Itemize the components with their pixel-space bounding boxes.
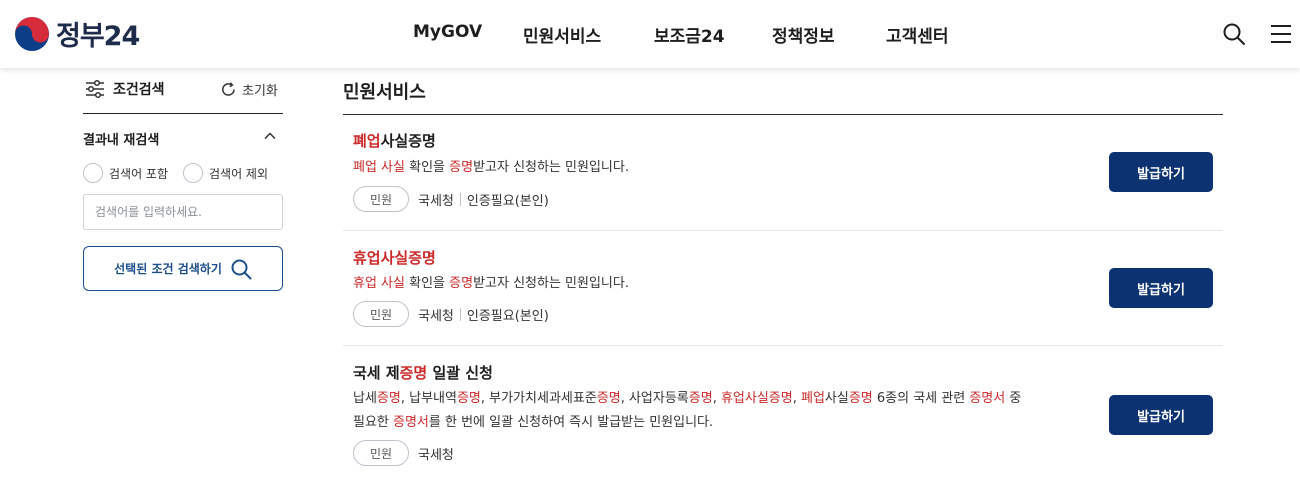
text-segment: 받고자 신청하는 민원입니다. xyxy=(473,160,629,175)
highlighted-keyword: 폐업 xyxy=(353,132,381,150)
service-org-2: 국세청 xyxy=(418,308,454,324)
service-tag-1: 민원 xyxy=(353,186,409,212)
sidebar-divider xyxy=(83,113,283,114)
service-desc-2: 휴업 사실 확인을 증명받고자 신청하는 민원입니다. xyxy=(353,272,629,296)
search-icon xyxy=(231,259,252,279)
keyword-search-input[interactable] xyxy=(83,194,283,230)
issue-button-2[interactable]: 발급하기 xyxy=(1109,268,1213,308)
nav-subsidy24[interactable]: 보조금24 xyxy=(654,22,725,47)
text-segment: 6종의 국세 관련 xyxy=(872,391,970,406)
text-segment: 사실 xyxy=(824,391,849,406)
text-segment: , xyxy=(712,391,721,406)
menu-icon[interactable] xyxy=(1269,22,1293,46)
row-separator-1 xyxy=(343,230,1223,231)
main-nav: MyGOV 민원서비스 보조금24 정책정보 고객센터 xyxy=(0,22,1300,47)
radio-include-keyword[interactable]: 검색어 포함 xyxy=(83,163,168,183)
highlighted-keyword: 증명 xyxy=(376,391,401,406)
nav-customer-center[interactable]: 고객센터 xyxy=(886,22,949,47)
text-segment: , 납부내역 xyxy=(400,391,457,406)
text-segment: 사실증명 xyxy=(380,132,436,150)
text-segment: 일괄 신청 xyxy=(427,364,493,382)
highlighted-keyword: 증명 xyxy=(596,391,621,406)
header: 정부24 MyGOV 민원서비스 보조금24 정책정보 고객센터 xyxy=(0,0,1300,68)
meta-divider-2 xyxy=(459,307,461,321)
text-segment: 중 xyxy=(1005,391,1022,406)
service-desc-1: 폐업 사실 확인을 증명받고자 신청하는 민원입니다. xyxy=(353,156,629,180)
radio-exclude-label: 검색어 제외 xyxy=(209,166,269,181)
highlighted-keyword: 증명 xyxy=(848,391,873,406)
refresh-icon xyxy=(222,82,235,96)
highlighted-keyword: 폐업 xyxy=(801,391,825,406)
highlighted-keyword: 증명 xyxy=(449,160,474,175)
filter-title-text: 조건검색 xyxy=(113,82,165,98)
service-auth-1: 인증필요(본인) xyxy=(466,193,549,209)
issue-button-1[interactable]: 발급하기 xyxy=(1109,152,1213,192)
radio-exclude-keyword[interactable]: 검색어 제외 xyxy=(183,163,268,183)
nav-mygov[interactable]: MyGOV xyxy=(413,22,482,42)
highlighted-keyword: 증명서 xyxy=(393,415,429,430)
text-segment: 확인을 xyxy=(404,276,450,291)
section-divider xyxy=(343,114,1223,115)
search-selected-conditions-button[interactable]: 선택된 조건 검색하기 xyxy=(83,246,283,291)
refine-search-title: 결과내 재검색 xyxy=(83,133,160,148)
highlighted-keyword: 휴업사실증명 xyxy=(720,391,793,406)
highlighted-keyword: 휴업 사실 xyxy=(353,276,405,291)
highlighted-keyword: 증명 xyxy=(688,391,713,406)
radio-include-circle[interactable] xyxy=(83,163,103,183)
description-line: 휴업 사실 확인을 증명받고자 신청하는 민원입니다. xyxy=(353,272,629,296)
filter-title: 조건검색 xyxy=(85,79,165,99)
service-auth-2: 인증필요(본인) xyxy=(466,308,549,324)
description-line: 폐업 사실 확인을 증명받고자 신청하는 민원입니다. xyxy=(353,156,629,180)
service-tag-2: 민원 xyxy=(353,301,409,327)
text-segment: 납세 xyxy=(353,391,377,406)
service-desc-3: 납세증명, 납부내역증명, 부가가치세과세표준증명, 사업자등록증명, 휴업사실… xyxy=(353,387,1021,435)
highlighted-keyword: 증명서 xyxy=(969,391,1006,406)
highlighted-keyword: 폐업 사실 xyxy=(353,160,405,175)
description-line: 필요한 증명서를 한 번에 일괄 신청하여 즉시 발급받는 민원입니다. xyxy=(353,411,1021,435)
section-title: 민원서비스 xyxy=(343,82,426,103)
service-title-2[interactable]: 휴업사실증명 xyxy=(353,247,436,268)
search-icon[interactable] xyxy=(1222,22,1246,46)
text-segment: 확인을 xyxy=(404,160,450,175)
text-segment: 국세 제 xyxy=(353,364,400,382)
nav-civil-service[interactable]: 민원서비스 xyxy=(523,22,601,47)
text-segment: 를 한 번에 일괄 신청하여 즉시 발급받는 민원입니다. xyxy=(428,415,714,430)
reset-label: 초기화 xyxy=(242,84,278,99)
chevron-up-icon[interactable] xyxy=(262,128,278,144)
service-meta-1: 민원 국세청 인증필요(본인) xyxy=(353,186,549,212)
text-segment: , 부가가치세과세표준 xyxy=(480,391,597,406)
service-org-3: 국세청 xyxy=(418,447,454,463)
service-tag-3: 민원 xyxy=(353,440,409,466)
service-title-1[interactable]: 폐업사실증명 xyxy=(353,130,436,151)
nav-policy-info[interactable]: 정책정보 xyxy=(772,22,835,47)
highlighted-keyword: 증명 xyxy=(456,391,481,406)
radio-include-label: 검색어 포함 xyxy=(109,166,169,181)
service-org-1: 국세청 xyxy=(418,193,454,209)
meta-divider-1 xyxy=(459,192,461,206)
text-segment: , xyxy=(792,391,801,406)
text-segment: 받고자 신청하는 민원입니다. xyxy=(473,276,629,291)
description-line: 납세증명, 납부내역증명, 부가가치세과세표준증명, 사업자등록증명, 휴업사실… xyxy=(353,387,1021,411)
highlighted-keyword: 증명 xyxy=(449,276,474,291)
service-meta-2: 민원 국세청 인증필요(본인) xyxy=(353,301,549,327)
reset-button[interactable]: 초기화 xyxy=(220,80,278,99)
search-button-label: 선택된 조건 검색하기 xyxy=(114,262,222,276)
radio-exclude-circle[interactable] xyxy=(183,163,203,183)
row-separator-2 xyxy=(343,345,1223,346)
text-segment: 필요한 xyxy=(353,415,394,430)
service-title-3[interactable]: 국세 제증명 일괄 신청 xyxy=(353,362,493,383)
highlighted-keyword: 휴업사실증명 xyxy=(353,249,436,267)
text-segment: , 사업자등록 xyxy=(620,391,689,406)
service-meta-3: 민원 국세청 xyxy=(353,440,454,466)
filter-sliders-icon xyxy=(86,79,104,99)
highlighted-keyword: 증명 xyxy=(399,364,428,382)
issue-button-3[interactable]: 발급하기 xyxy=(1109,395,1213,435)
